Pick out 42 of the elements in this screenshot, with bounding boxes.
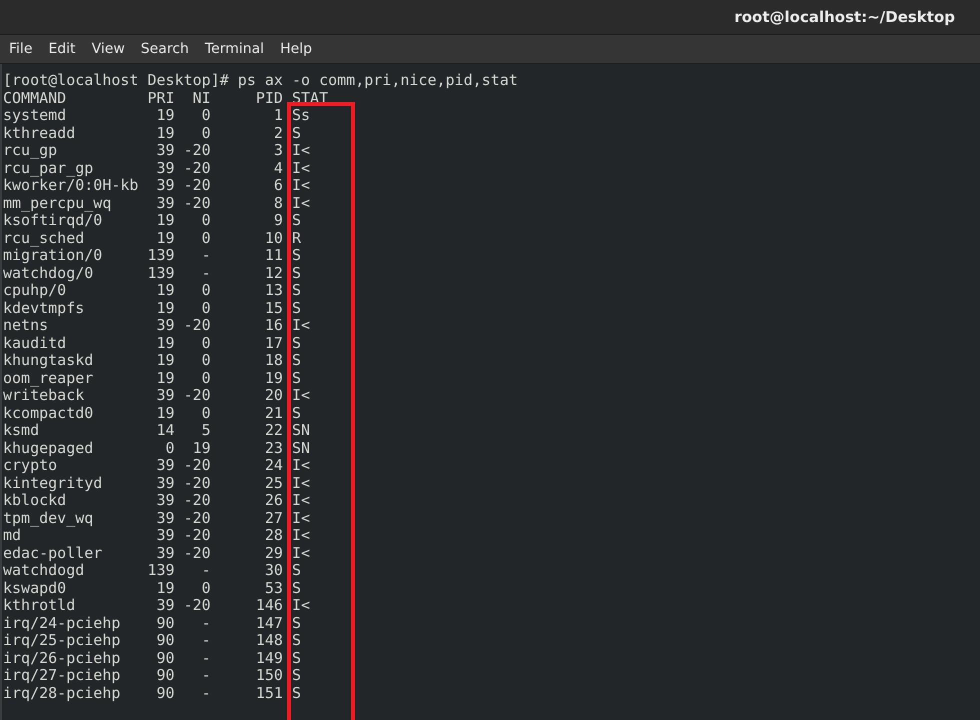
process-line: ksmd 14 5 22 SN xyxy=(3,422,310,440)
process-line: ksoftirqd/0 19 0 9 S xyxy=(3,212,302,230)
process-line: kworker/0:0H-kb 39 -20 6 I< xyxy=(3,177,310,194)
process-line: khungtaskd 19 0 18 S xyxy=(3,352,302,370)
process-line: rcu_sched 19 0 10 R xyxy=(3,230,302,247)
process-line: kintegrityd 39 -20 25 I< xyxy=(3,474,310,492)
process-line: md 39 -20 28 I< xyxy=(3,527,310,544)
command-line: [root@localhost Desktop]# ps ax -o comm,pri,nice,pid,stat xyxy=(3,72,518,90)
process-line: kswapd0 19 0 53 S xyxy=(3,580,302,597)
process-line: rcu_par_gp 39 -20 4 I< xyxy=(3,160,310,177)
process-line: writeback 39 -20 20 I< xyxy=(3,387,310,404)
menu-item[interactable]: Terminal xyxy=(196,41,272,57)
process-line: irq/26-pciehp 90 - 149 S xyxy=(3,650,302,667)
process-line: tpm_dev_wq 39 -20 27 I< xyxy=(3,510,310,527)
process-line: mm_percpu_wq 39 -20 8 I< xyxy=(3,194,310,212)
process-line: kauditd 19 0 17 S xyxy=(3,334,302,352)
process-line: crypto 39 -20 24 I< xyxy=(3,457,310,474)
process-line: rcu_gp 39 -20 3 I< xyxy=(3,142,310,160)
process-line: edac-poller 39 -20 29 I< xyxy=(3,544,310,562)
process-line: watchdog/0 139 - 12 S xyxy=(3,264,302,282)
menu-item[interactable]: File xyxy=(1,41,40,57)
process-line: kcompactd0 19 0 21 S xyxy=(3,404,302,422)
process-line: khugepaged 0 19 23 SN xyxy=(3,440,310,457)
process-line: systemd 19 0 1 Ss xyxy=(3,107,310,124)
window-title: root@localhost:~/Desktop xyxy=(734,8,955,26)
menu-item[interactable]: View xyxy=(84,41,133,57)
process-line: irq/27-pciehp 90 - 150 S xyxy=(3,667,302,684)
process-line: migration/0 139 - 11 S xyxy=(3,247,302,264)
process-line: kdevtmpfs 19 0 15 S xyxy=(3,300,302,317)
process-line: kthreadd 19 0 2 S xyxy=(3,124,302,142)
menu-item[interactable]: Help xyxy=(272,41,320,57)
process-line: cpuhp/0 19 0 13 S xyxy=(3,282,302,300)
process-line: irq/25-pciehp 90 - 148 S xyxy=(3,632,302,650)
process-line: kthrotld 39 -20 146 I< xyxy=(3,597,310,614)
process-line: irq/28-pciehp 90 - 151 S xyxy=(3,684,302,702)
menu-item[interactable]: Edit xyxy=(40,41,84,57)
process-line: netns 39 -20 16 I< xyxy=(3,317,310,334)
process-line: watchdogd 139 - 30 S xyxy=(3,562,302,580)
process-line: oom_reaper 19 0 19 S xyxy=(3,370,302,387)
process-line: irq/24-pciehp 90 - 147 S xyxy=(3,614,302,632)
process-line: kblockd 39 -20 26 I< xyxy=(3,492,310,510)
menu-item[interactable]: Search xyxy=(132,41,197,57)
